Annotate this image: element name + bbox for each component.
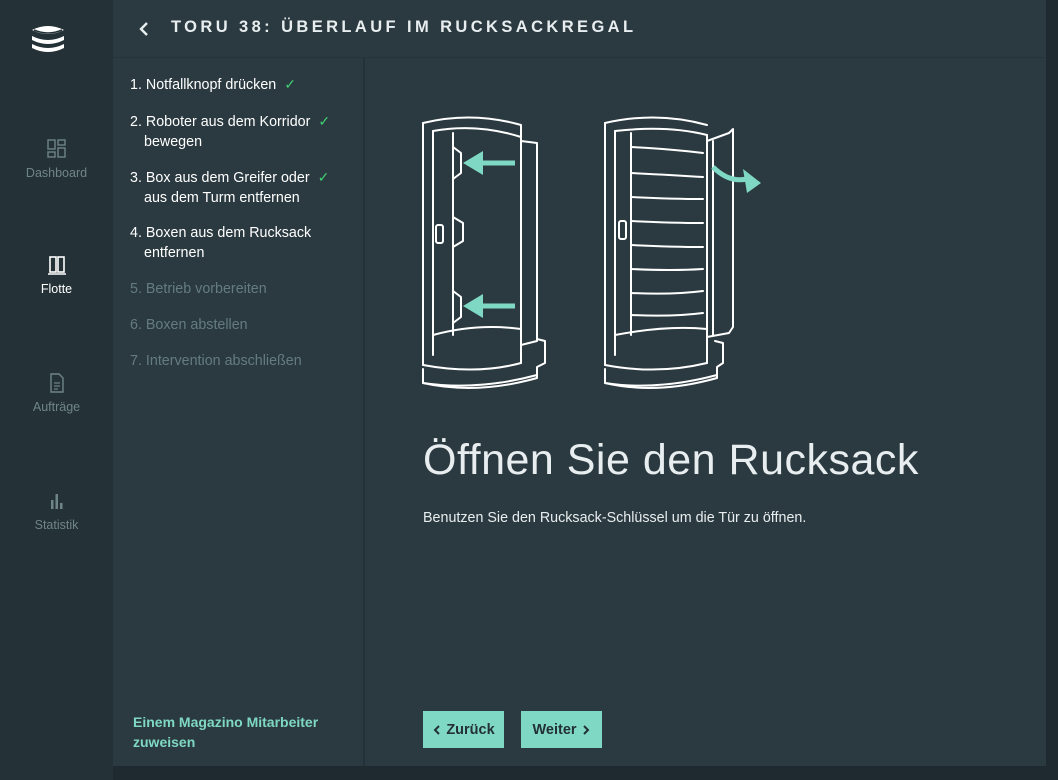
nav-item-fleet[interactable]: Flotte xyxy=(0,254,113,296)
nav-item-statistics[interactable]: Statistik xyxy=(0,490,113,532)
step-label: 5. Betrieb vorbereiten xyxy=(130,281,267,297)
page-header: TORU 38: ÜBERLAUF IM RUCKSACKREGAL xyxy=(113,0,1046,58)
step-label-continued: bewegen xyxy=(144,134,203,150)
side-navigation: Dashboard Flotte Aufträge Statistik xyxy=(0,0,113,780)
step-label-continued: entfernen xyxy=(144,245,205,261)
statistics-icon xyxy=(50,494,62,509)
back-button[interactable]: Zurück xyxy=(423,711,504,748)
instruction-description: Benutzen Sie den Rucksack-Schlüssel um d… xyxy=(423,510,807,526)
check-icon: ✓ xyxy=(318,113,331,129)
step-list: 1. Notfallknopf drücken ✓ 2. Roboter aus … xyxy=(113,58,365,766)
dashboard-icon xyxy=(46,139,66,158)
logo-icon[interactable] xyxy=(28,18,68,58)
step-item: 2. Roboter aus dem Korridor ✓ bewegen xyxy=(130,111,360,152)
step-item-current: 4. Boxen aus dem Rucksack entfernen xyxy=(130,223,360,263)
back-button-label: Zurück xyxy=(446,721,495,738)
nav-item-dashboard[interactable]: Dashboard xyxy=(0,138,113,180)
next-button[interactable]: Weiter xyxy=(521,711,602,748)
nav-label-dashboard: Dashboard xyxy=(25,166,88,180)
nav-label-orders: Aufträge xyxy=(32,400,81,414)
orders-icon xyxy=(49,373,64,393)
robot-backpack-illustration xyxy=(422,116,761,389)
step-label: 1. Notfallknopf drücken xyxy=(130,77,277,93)
nav-item-orders[interactable]: Aufträge xyxy=(0,372,113,414)
step-item: 1. Notfallknopf drücken ✓ xyxy=(130,74,360,95)
nav-label-fleet: Flotte xyxy=(40,282,73,296)
step-item-pending: 7. Intervention abschließen xyxy=(130,351,360,371)
step-item-pending: 6. Boxen abstellen xyxy=(130,315,360,335)
nav-label-statistics: Statistik xyxy=(34,518,79,532)
step-label: 3. Box aus dem Greifer oder xyxy=(130,170,310,186)
step-label: 2. Roboter aus dem Korridor xyxy=(130,114,311,130)
step-item-pending: 5. Betrieb vorbereiten xyxy=(130,279,360,299)
chevron-right-icon xyxy=(582,724,589,735)
assign-employee-link[interactable]: Einem Magazino Mitarbeiter zuweisen xyxy=(133,712,353,752)
step-label-continued: aus dem Turm entfernen xyxy=(144,190,300,206)
step-label: 4. Boxen aus dem Rucksack xyxy=(130,225,312,241)
next-button-label: Weiter xyxy=(532,721,577,738)
page-title: TORU 38: ÜBERLAUF IM RUCKSACKREGAL xyxy=(171,18,637,36)
step-item: 3. Box aus dem Greifer oder ✓ aus dem Tur… xyxy=(130,167,360,208)
chevron-left-icon[interactable] xyxy=(133,18,155,40)
check-icon: ✓ xyxy=(317,169,330,185)
main-frame: TORU 38: ÜBERLAUF IM RUCKSACKREGAL 1. No… xyxy=(113,0,1046,766)
chevron-left-icon xyxy=(433,724,441,735)
step-label: 7. Intervention abschließen xyxy=(130,353,302,369)
instruction-heading: Öffnen Sie den Rucksack xyxy=(423,436,919,484)
fleet-icon xyxy=(47,256,66,275)
step-label: 6. Boxen abstellen xyxy=(130,317,248,333)
check-icon: ✓ xyxy=(284,76,296,92)
instruction-panel: Öffnen Sie den Rucksack Benutzen Sie den… xyxy=(365,58,1046,766)
